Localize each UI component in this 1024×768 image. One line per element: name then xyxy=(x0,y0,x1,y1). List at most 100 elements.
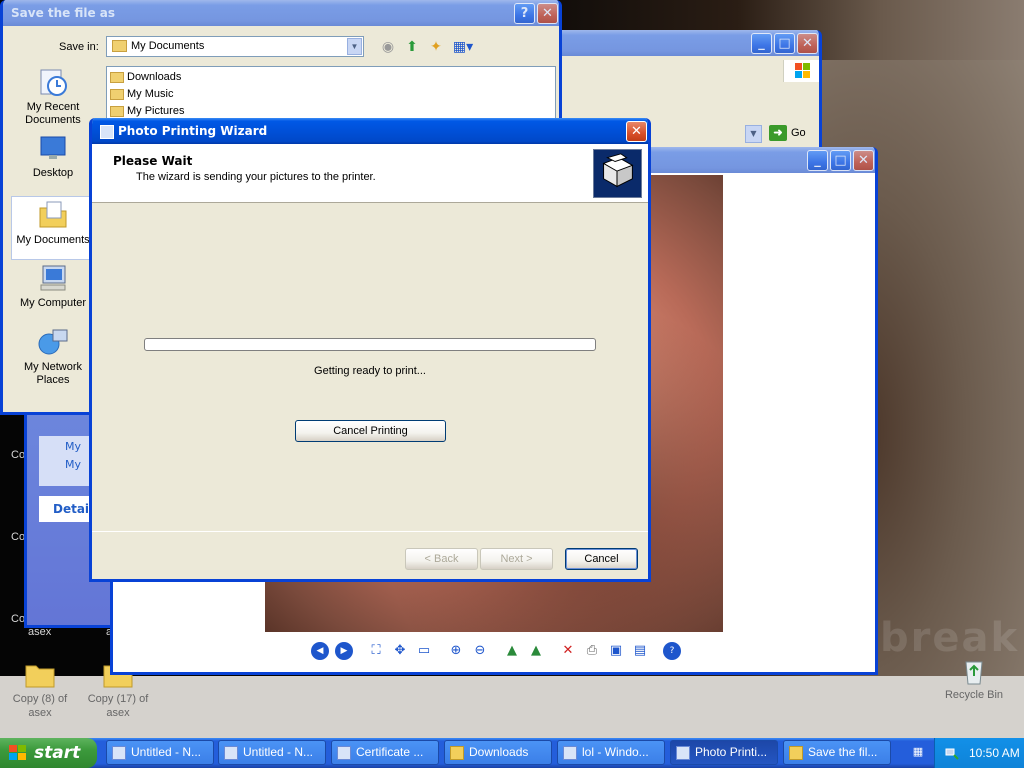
folder-icon xyxy=(110,106,124,117)
other-places-item[interactable]: My xyxy=(65,458,81,471)
taskbar-item[interactable]: Photo Printi... xyxy=(670,740,778,765)
wallpaper-watermark: break xyxy=(880,615,1020,661)
divider xyxy=(92,531,648,532)
taskbar-item[interactable]: Certificate ... xyxy=(331,740,439,765)
rotate-counterclockwise-icon[interactable]: ▲ xyxy=(527,642,545,660)
desktop-edge-text: Co xyxy=(11,613,26,625)
maximize-button[interactable]: □ xyxy=(774,33,795,54)
address-dropdown-arrow[interactable]: ▼ xyxy=(745,125,762,143)
desktop-icon-copy-8[interactable]: Copy (8) of asex xyxy=(0,660,80,720)
status-text: Getting ready to print... xyxy=(314,365,426,377)
taskbar-item[interactable]: Untitled - N... xyxy=(218,740,326,765)
place-my-recent-documents[interactable]: My Recent Documents xyxy=(11,66,95,127)
start-button[interactable]: start xyxy=(0,738,97,768)
desktop-edge-text: Co xyxy=(11,531,26,543)
cancel-printing-button[interactable]: Cancel Printing xyxy=(295,420,446,442)
taskbar-item[interactable]: Untitled - N... xyxy=(106,740,214,765)
print-progress-bar xyxy=(144,338,596,351)
back-button[interactable]: < Back xyxy=(405,548,478,570)
place-my-documents[interactable]: My Documents xyxy=(11,196,95,260)
desktop-icon-label: Copy (8) of asex xyxy=(12,693,68,719)
go-button[interactable]: ➜ Go xyxy=(769,125,806,141)
photo-printer-icon xyxy=(593,149,642,198)
my-computer-icon xyxy=(40,265,66,291)
clock[interactable]: 10:50 AM xyxy=(969,746,1020,760)
zoom-in-icon[interactable]: ⊕ xyxy=(447,642,465,660)
taskbar-item[interactable]: Save the fil... xyxy=(783,740,891,765)
image-viewer-icon xyxy=(563,746,577,760)
internet-explorer-icon xyxy=(337,746,351,760)
folder-icon xyxy=(25,665,55,688)
printer-icon xyxy=(100,124,114,139)
other-places-item[interactable]: My xyxy=(65,440,81,453)
minimize-button[interactable]: _ xyxy=(751,33,772,54)
go-arrow-icon: ➜ xyxy=(769,125,787,141)
folder-icon xyxy=(110,72,124,83)
save-in-label: Save in: xyxy=(59,41,99,53)
slideshow-icon[interactable]: ▭ xyxy=(415,642,433,660)
save-dialog-title-bar[interactable]: Save the file as xyxy=(3,0,559,26)
delete-icon[interactable]: ✕ xyxy=(559,642,577,660)
photo-printing-wizard[interactable]: Photo Printing Wizard ✕ Please Wait The … xyxy=(89,118,651,582)
notepad-icon xyxy=(112,746,126,760)
next-image-icon[interactable]: ▶ xyxy=(335,642,353,660)
list-item[interactable]: My Pictures xyxy=(109,103,184,119)
wizard-heading: Please Wait xyxy=(113,154,193,168)
notepad-icon xyxy=(224,746,238,760)
close-button[interactable]: ✕ xyxy=(797,33,818,54)
desktop-icon-label: Recycle Bin xyxy=(944,689,1004,701)
network-places-icon xyxy=(38,329,68,355)
actual-size-icon[interactable]: ✥ xyxy=(391,642,409,660)
folder-icon xyxy=(789,746,803,760)
close-button[interactable]: ✕ xyxy=(626,121,647,142)
up-folder-icon[interactable]: ⬆ xyxy=(403,38,421,56)
network-icon[interactable] xyxy=(945,746,959,760)
place-desktop[interactable]: Desktop xyxy=(11,132,95,180)
keyboard-icon[interactable]: ▦ xyxy=(910,746,926,758)
taskbar-item[interactable]: Downloads xyxy=(444,740,552,765)
help-icon[interactable]: ? xyxy=(663,642,681,660)
windows-flag-icon xyxy=(9,745,26,760)
wizard-subheading: The wizard is sending your pictures to t… xyxy=(136,171,376,183)
list-item[interactable]: Downloads xyxy=(109,69,181,85)
system-tray: 10:50 AM xyxy=(934,738,1024,768)
save-in-dropdown[interactable]: My Documents ▼ xyxy=(106,36,364,57)
folder-icon xyxy=(110,89,124,100)
folder-icon xyxy=(450,746,464,760)
printer-icon xyxy=(676,746,690,760)
list-item[interactable]: My Music xyxy=(109,86,173,102)
recycle-bin-icon xyxy=(965,661,983,685)
place-my-network-places[interactable]: My Network Places xyxy=(11,326,95,387)
desktop-icon-recycle-bin[interactable]: Recycle Bin xyxy=(934,656,1014,702)
recent-documents-icon xyxy=(40,69,67,96)
minimize-button[interactable]: _ xyxy=(807,150,828,171)
edit-icon[interactable]: ▤ xyxy=(631,642,649,660)
wizard-header: Please Wait The wizard is sending your p… xyxy=(92,144,648,203)
maximize-button[interactable]: □ xyxy=(830,150,851,171)
back-icon[interactable]: ◉ xyxy=(379,38,397,56)
views-menu-icon[interactable]: ▦▾ xyxy=(451,38,475,56)
chevron-down-icon[interactable]: ▼ xyxy=(347,38,362,55)
next-button[interactable]: Next > xyxy=(480,548,553,570)
best-fit-icon[interactable]: ⛶ xyxy=(367,642,385,660)
desktop-icon xyxy=(40,136,66,159)
folder-icon xyxy=(112,40,127,52)
windows-logo-icon xyxy=(783,60,819,82)
desktop-icon-label: Copy (17) of asex xyxy=(87,693,149,719)
previous-image-icon[interactable]: ◀ xyxy=(311,642,329,660)
zoom-out-icon[interactable]: ⊖ xyxy=(471,642,489,660)
cancel-button[interactable]: Cancel xyxy=(565,548,638,570)
close-button[interactable]: ✕ xyxy=(853,150,874,171)
save-icon[interactable]: ▣ xyxy=(607,642,625,660)
wizard-title-bar[interactable]: Photo Printing Wizard xyxy=(92,118,648,144)
taskbar-item[interactable]: lol - Windo... xyxy=(557,740,665,765)
my-documents-icon xyxy=(39,201,67,228)
taskbar: start Untitled - N... Untitled - N... Ce… xyxy=(0,738,1024,768)
place-my-computer[interactable]: My Computer xyxy=(11,262,95,310)
close-button[interactable]: ✕ xyxy=(537,3,558,24)
help-button[interactable]: ? xyxy=(514,3,535,24)
rotate-clockwise-icon[interactable]: ▲ xyxy=(503,642,521,660)
print-icon[interactable]: ⎙ xyxy=(583,642,601,660)
new-folder-icon[interactable]: ✦ xyxy=(427,38,445,56)
desktop-edge-text: Co xyxy=(11,449,26,461)
